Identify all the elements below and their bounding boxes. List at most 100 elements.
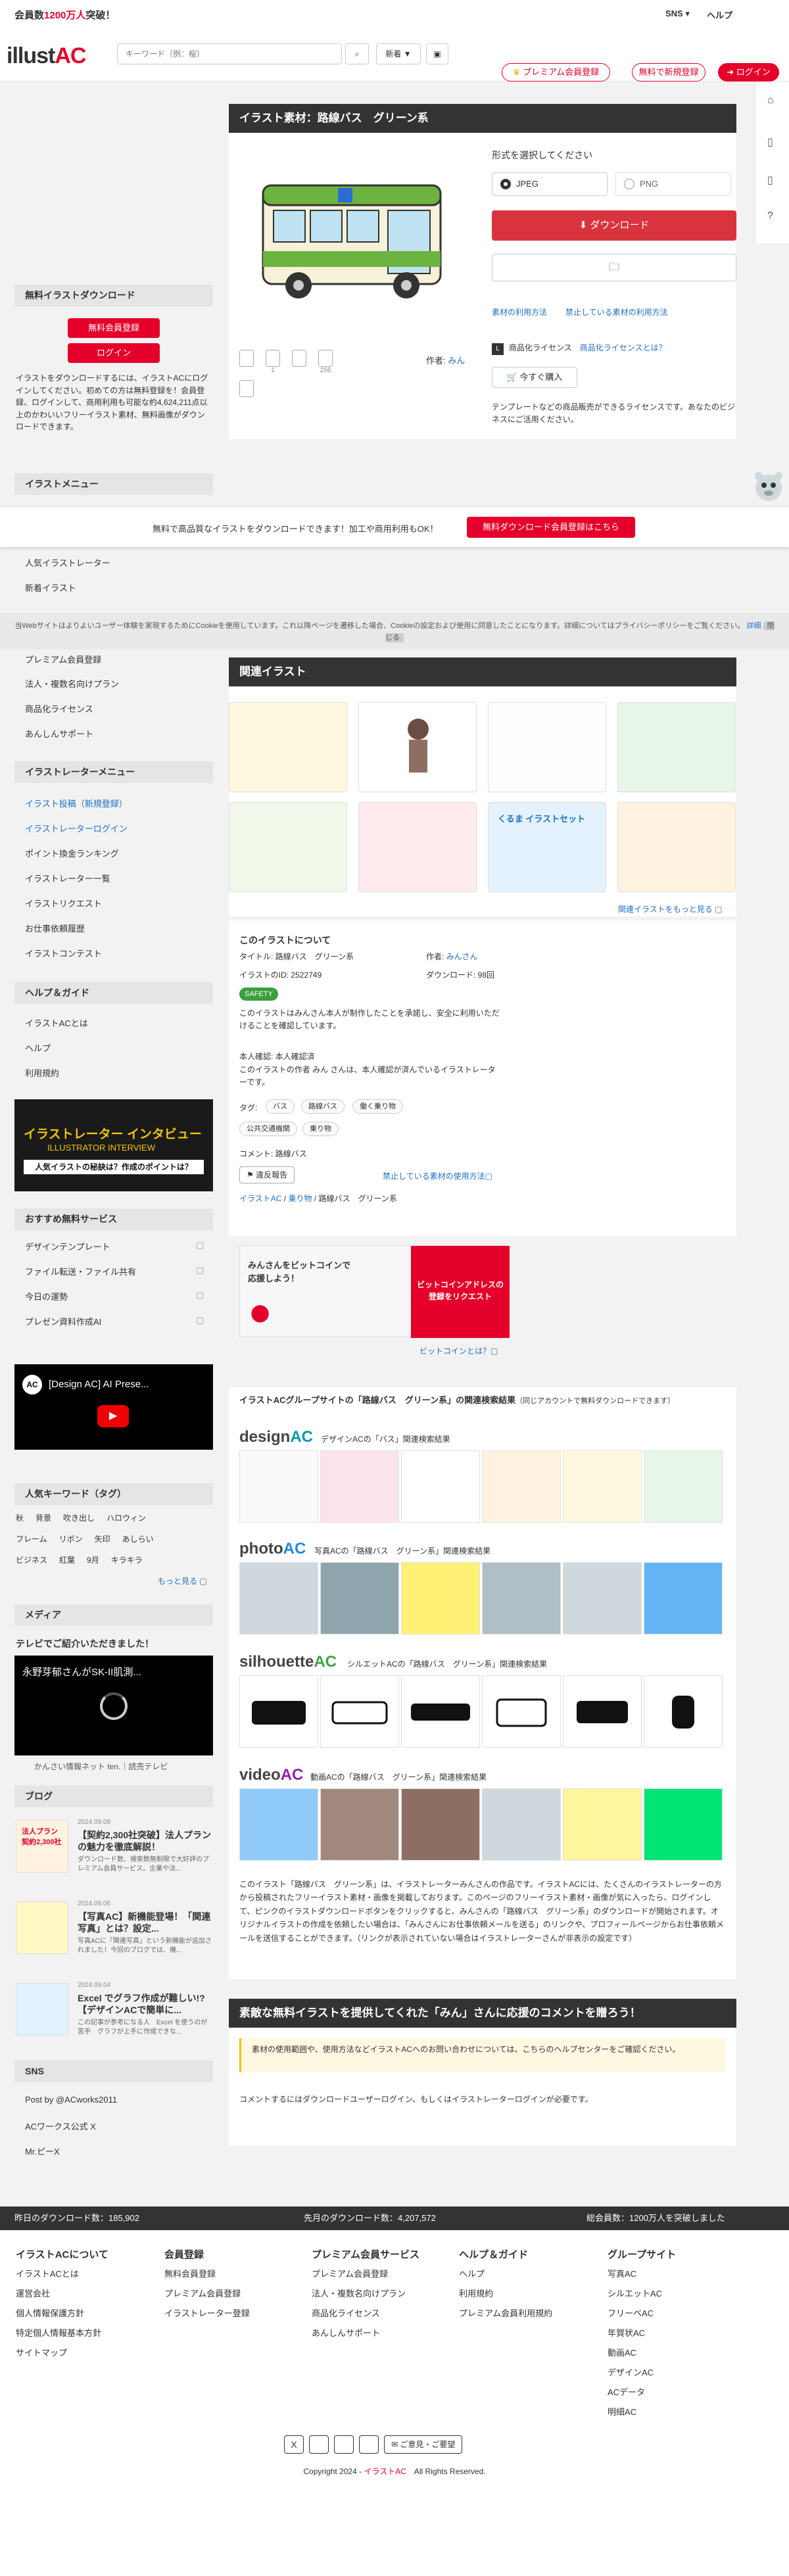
home-icon[interactable]: ⌂ [767, 95, 774, 107]
png-option[interactable]: PNG [615, 172, 731, 196]
video-thumb[interactable] [401, 1788, 480, 1861]
photo-thumb[interactable] [320, 1562, 399, 1634]
footer-link[interactable]: あんしんサポート [312, 2326, 380, 2339]
tag-pill[interactable]: 乗り物 [302, 1122, 339, 1136]
design-thumb[interactable] [644, 1450, 723, 1523]
photo-thumb[interactable] [239, 1562, 318, 1634]
sns-x-link[interactable]: ACワークス公式 X [25, 2120, 96, 2132]
silhouette-thumb[interactable] [563, 1675, 642, 1748]
footer-link[interactable]: ACデータ [608, 2385, 645, 2398]
related-thumb[interactable] [488, 702, 606, 792]
menu-support[interactable]: あんしんサポート [25, 727, 93, 740]
search-button[interactable]: ⌕ [345, 43, 369, 64]
site-logo[interactable]: illustAC [7, 43, 86, 69]
footer-link[interactable]: 写真AC [608, 2267, 636, 2279]
prohibited-usage-link[interactable]: 禁止している素材の使用方法▢ [383, 1170, 492, 1181]
footer-link[interactable]: サイトマップ [16, 2346, 67, 2358]
banner-register-button[interactable]: 無料ダウンロード会員登録はこちら [467, 517, 635, 538]
feedback-button[interactable]: ✉ ご意見・ご要望 [384, 2435, 463, 2454]
video-thumb[interactable] [482, 1788, 561, 1861]
favorite-icon[interactable] [239, 350, 254, 367]
interview-banner[interactable]: イラストレーター インタビュー ILLUSTRATOR INTERVIEW 人気… [14, 1099, 213, 1191]
sns-menu[interactable]: SNS ▾ [665, 9, 690, 19]
bookmark-icon[interactable]: ▯ [767, 135, 773, 149]
silhouette-thumb[interactable] [239, 1675, 318, 1748]
blog-title-link[interactable]: 【写真AC】新機能登場！「関連写真」とは？設定... [78, 1911, 213, 1934]
video-thumb[interactable] [239, 1788, 318, 1861]
youtube-icon[interactable] [359, 2435, 379, 2454]
creator-post-link[interactable]: イラスト投稿（新規登録） [25, 797, 128, 809]
footer-link[interactable]: イラストレーター登録 [164, 2306, 250, 2319]
license-about-link[interactable]: 商品化ライセンスとは？ [580, 343, 667, 352]
tag-pill[interactable]: 公共交通機関 [239, 1122, 297, 1136]
video-thumb[interactable] [563, 1788, 642, 1861]
video-thumb[interactable] [644, 1788, 723, 1861]
blog-title-link[interactable]: 【契約2,300社突破】法人プランの魅力を徹底解説！ [78, 1829, 213, 1853]
service-presentation-ai[interactable]: プレゼン資料作成AI [25, 1315, 101, 1327]
download-button[interactable]: ⬇ ダウンロード [492, 210, 736, 241]
design-thumb[interactable] [563, 1450, 642, 1523]
menu-premium[interactable]: プレミアム会員登録 [25, 653, 101, 665]
footer-link[interactable]: 特定個人情報基本方針 [16, 2326, 101, 2339]
related-thumb[interactable] [358, 802, 477, 892]
footer-link[interactable]: フリーベAC [608, 2306, 654, 2319]
footer-link[interactable]: 法人・複数名向けプラン [312, 2287, 406, 2299]
related-thumb[interactable]: くるま イラストセット [488, 802, 606, 892]
tag-link[interactable]: フレーム [16, 1533, 47, 1554]
tag-link[interactable]: リボン [59, 1533, 83, 1554]
instagram-icon[interactable] [334, 2435, 354, 2454]
prohibited-link[interactable]: 禁止している素材の利用方法 [565, 306, 668, 318]
video-ac-logo[interactable]: videoAC [239, 1766, 303, 1784]
terms-link-left[interactable]: 利用規約 [25, 1066, 59, 1079]
footer-link[interactable]: 運営会社 [16, 2287, 50, 2299]
design-ac-logo[interactable]: designAC [239, 1428, 313, 1446]
design-thumb[interactable] [401, 1450, 480, 1523]
menu-license[interactable]: 商品化ライセンス [25, 702, 93, 715]
search-input[interactable] [118, 44, 315, 64]
service-fortune[interactable]: 今日の運勢 [25, 1290, 68, 1302]
footer-link[interactable]: 商品化ライセンス [312, 2306, 380, 2319]
share-icon[interactable] [292, 350, 306, 367]
help-link[interactable]: ヘルプ [707, 9, 732, 21]
menu-popular-illustrators[interactable]: 人気イラストレーター [25, 556, 110, 569]
photo-thumb[interactable] [644, 1562, 723, 1634]
view-icon[interactable] [318, 350, 333, 367]
bitcoin-about-link[interactable]: ビットコインとは？▢ [419, 1345, 498, 1356]
footer-link[interactable]: 動画AC [608, 2346, 636, 2358]
blog-thumbnail[interactable]: 法人プラン 契約2,300社 [16, 1820, 68, 1872]
bitcoin-request-button[interactable]: ビットコインアドレスの 登録をリクエスト [411, 1246, 510, 1338]
footer-link[interactable]: プレミアム会員利用規約 [459, 2306, 552, 2319]
sns-mrp-link[interactable]: Mr.ピーX [25, 2145, 60, 2157]
left-login-button[interactable]: ログイン [68, 343, 160, 363]
image-search-button[interactable]: ▣ [426, 43, 448, 64]
terms-link[interactable]: 素材の利用方法 [492, 306, 547, 318]
cookie-details-link[interactable]: 詳細 [746, 622, 761, 630]
related-more-link[interactable]: 関連イラストをもっと見る ▢ [618, 903, 722, 915]
footer-link[interactable]: 明細AC [608, 2405, 636, 2418]
video-thumb[interactable] [320, 1788, 399, 1861]
tag-link[interactable]: 背景 [36, 1512, 51, 1533]
sns-post-link[interactable]: Post by @ACworks2011 [25, 2095, 117, 2105]
footer-link[interactable]: イラストACとは [16, 2267, 79, 2279]
design-thumb[interactable] [320, 1450, 399, 1523]
footer-link[interactable]: シルエットAC [608, 2287, 662, 2299]
buy-now-button[interactable]: 🛒 今すぐ購入 [492, 367, 577, 388]
silhouette-thumb[interactable] [401, 1675, 480, 1748]
breadcrumb-home[interactable]: イラストAC [239, 1194, 281, 1203]
collection-icon[interactable] [239, 380, 254, 397]
silhouette-thumb[interactable] [482, 1675, 561, 1748]
creator-list-link[interactable]: イラストレーター一覧 [25, 872, 110, 884]
menu-new-illustrations[interactable]: 新着イラスト [25, 581, 76, 594]
silhouette-ac-logo[interactable]: silhouetteAC [239, 1653, 337, 1671]
photo-thumb[interactable] [401, 1562, 480, 1634]
photo-ac-logo[interactable]: photoAC [239, 1540, 306, 1558]
creator-login-link[interactable]: イラストレーターログイン [25, 822, 128, 834]
tag-link[interactable]: 秋 [16, 1512, 24, 1533]
blog-thumbnail[interactable] [16, 1901, 68, 1954]
related-thumb[interactable] [229, 702, 347, 792]
footer-link[interactable]: プレミアム会員登録 [164, 2287, 241, 2299]
mascot-icon[interactable] [753, 468, 784, 505]
report-button[interactable]: ⚑ 違反報告 [239, 1166, 295, 1183]
creator-history-link[interactable]: お仕事依頼履歴 [25, 922, 85, 934]
save-folder-button[interactable]: 🗀 [492, 254, 736, 281]
